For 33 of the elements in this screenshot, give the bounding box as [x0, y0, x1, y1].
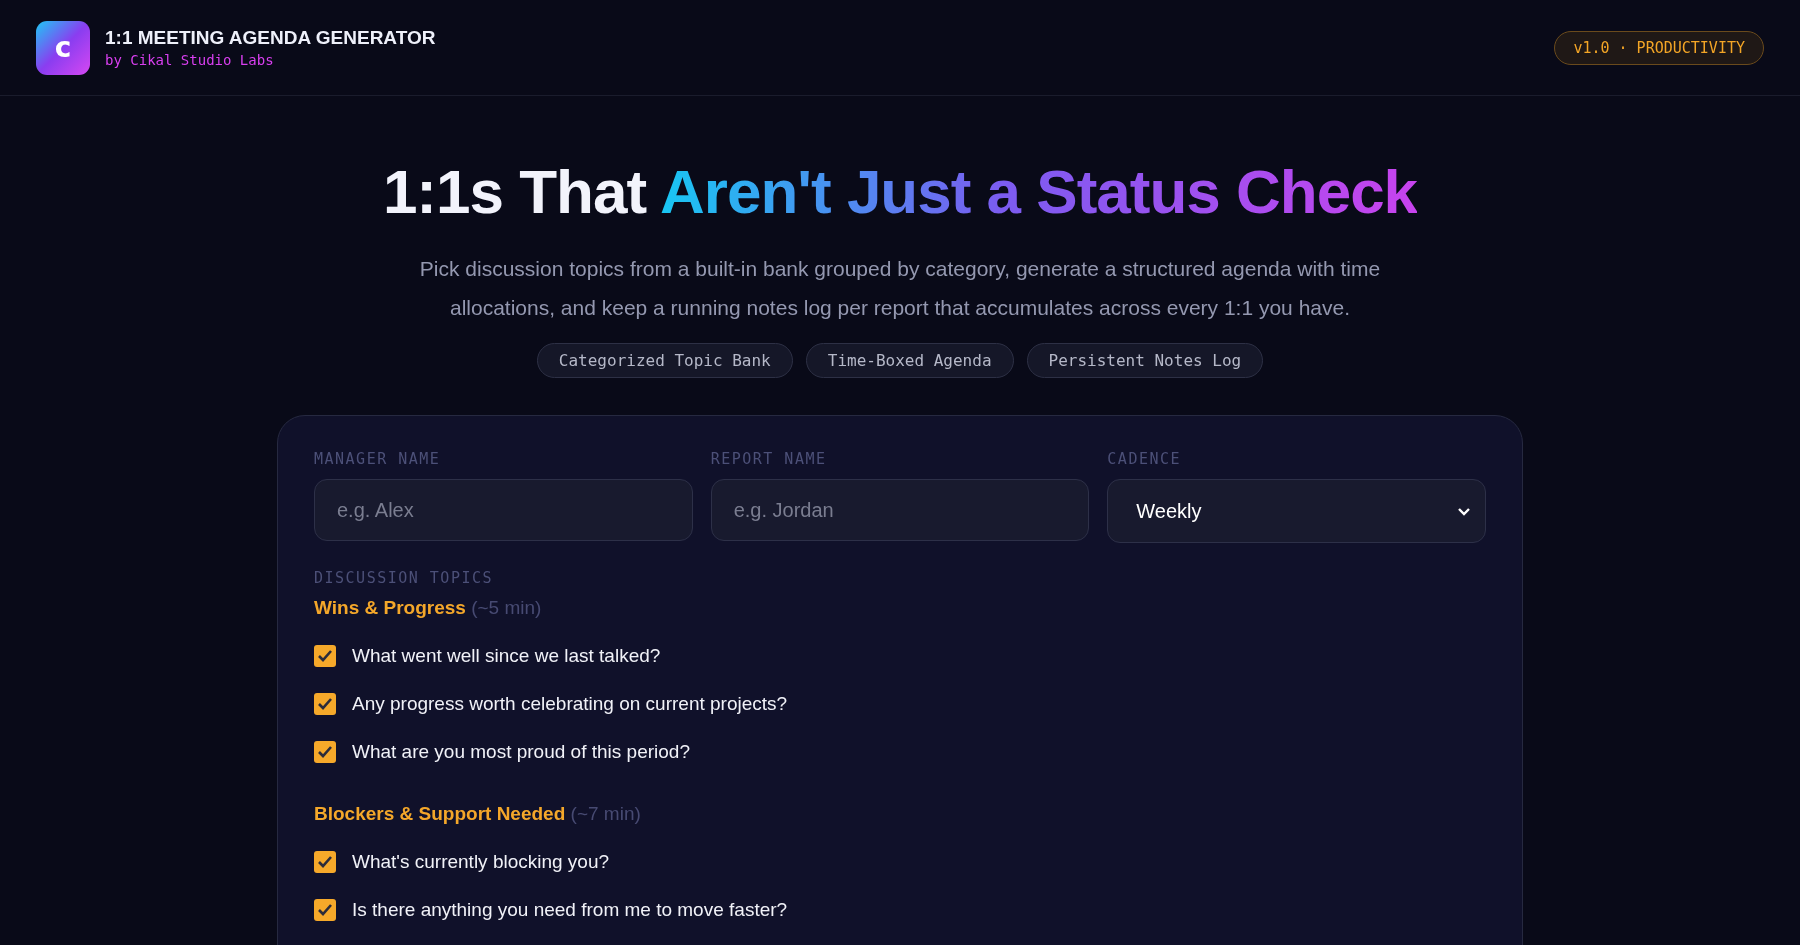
section-label: DISCUSSION TOPICS [314, 569, 495, 587]
feature-tag: Time-Boxed Agenda [805, 343, 1014, 378]
version-badge: v1.0 · PRODUCTIVITY [1554, 30, 1764, 65]
field-label: REPORT NAME [710, 450, 828, 468]
chevron-down-icon [1457, 506, 1471, 516]
checkbox[interactable] [314, 645, 336, 667]
topic-group-heading: Blockers & Support Needed (~7 min) [314, 803, 642, 825]
app-title: 1:1 MEETING AGENDA GENERATOR [105, 27, 436, 49]
checkbox[interactable] [314, 741, 336, 763]
check-icon [317, 649, 333, 663]
topic-label: What are you most proud of this period? [352, 741, 690, 763]
byline: by Cikal Studio Labs [105, 52, 275, 68]
topic-group-heading: Wins & Progress (~5 min) [314, 597, 543, 619]
topic-label: What's currently blocking you? [352, 851, 610, 873]
check-icon [317, 855, 333, 869]
checkbox[interactable] [314, 899, 336, 921]
feature-tag: Persistent Notes Log [1026, 343, 1264, 378]
hero-subtitle: Pick discussion topics from a built-in bank grouped by category, generate a structured agenda with time allocations, and keep a running notes log per report that accumulates across every 1:1 you have. [418, 256, 1382, 321]
topic-label: Is there anything you need from me to move faster? [352, 899, 788, 921]
topic-label: Any progress worth celebrating on current projects? [352, 693, 788, 715]
checkbox[interactable] [314, 693, 336, 715]
checkbox[interactable] [314, 851, 336, 873]
check-icon [317, 697, 333, 711]
name-input[interactable]: e.g. Jordan [710, 479, 1090, 541]
check-icon [317, 903, 333, 917]
topic-label: What went well since we last talked? [352, 645, 661, 667]
name-input[interactable]: e.g. Alex [314, 479, 693, 541]
app-logo: c [36, 20, 90, 75]
check-icon [317, 745, 333, 759]
cadence-select[interactable]: Weekly [1107, 479, 1486, 543]
feature-tag: Categorized Topic Bank [536, 343, 793, 378]
field-label: MANAGER NAME [314, 450, 442, 468]
field-label: CADENCE [1107, 450, 1183, 468]
